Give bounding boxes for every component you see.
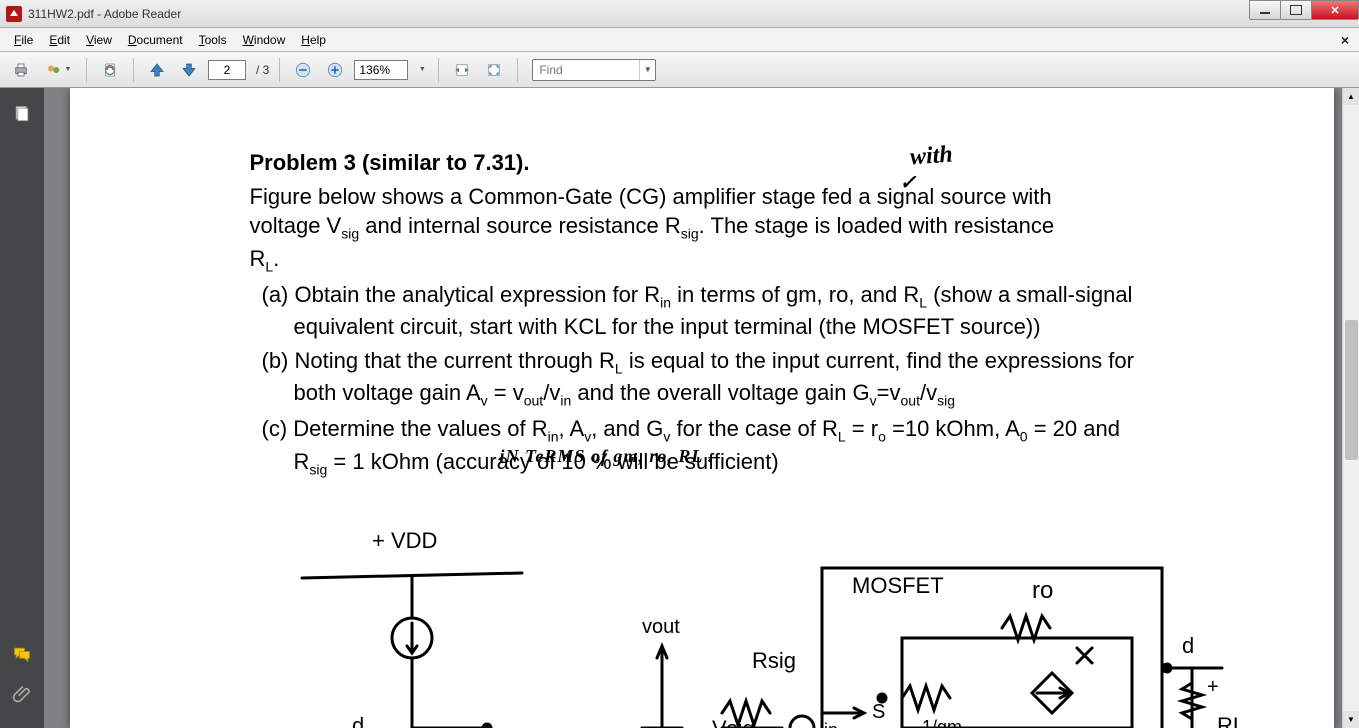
svg-text:Vsig: Vsig — [712, 716, 755, 728]
scroll-up-button[interactable]: ▲ — [1343, 88, 1359, 105]
thumbnails-button[interactable] — [6, 98, 38, 130]
attachments-button[interactable] — [6, 678, 38, 710]
find-dropdown[interactable]: ▼ — [639, 60, 655, 80]
scroll-down-button[interactable]: ▼ — [1343, 711, 1359, 728]
problem-title: Problem 3 (similar to 7.31). — [250, 148, 1154, 178]
svg-text:d: d — [352, 713, 364, 728]
prev-page-button[interactable] — [144, 57, 170, 83]
circuit-svg: + VDD d vout — [250, 518, 1274, 728]
menu-bar: File Edit View Document Tools Window Hel… — [0, 28, 1359, 52]
toolbar: ▼ / 3 ▼ ▼ — [0, 52, 1359, 88]
fit-width-button[interactable] — [449, 57, 475, 83]
zoom-dropdown[interactable]: ▼ — [414, 57, 428, 83]
svg-text:+: + — [1207, 676, 1219, 698]
find-field[interactable]: ▼ — [532, 59, 656, 81]
page-total: / 3 — [256, 63, 269, 77]
scroll-thumb[interactable] — [1345, 320, 1358, 460]
toolbar-separator — [438, 58, 439, 82]
part-a: (a) Obtain the analytical expression for… — [250, 280, 1154, 342]
menu-window[interactable]: Window — [235, 30, 294, 50]
part-b: (b) Noting that the current through RL i… — [250, 346, 1154, 411]
arrow-up-icon — [148, 61, 166, 79]
svg-text:MOSFET: MOSFET — [852, 573, 944, 598]
handwritten-checkmark: ✓ — [900, 170, 917, 197]
window-title: 311HW2.pdf - Adobe Reader — [28, 7, 181, 21]
svg-text:S: S — [872, 701, 885, 723]
svg-text:+ VDD: + VDD — [372, 528, 437, 553]
svg-text:iin: iin — [820, 720, 838, 728]
toolbar-separator — [86, 58, 87, 82]
single-page-button[interactable] — [97, 57, 123, 83]
svg-text:vout: vout — [642, 616, 680, 638]
vertical-scrollbar[interactable]: ▲ ▼ — [1342, 88, 1359, 728]
menu-tools[interactable]: Tools — [191, 30, 235, 50]
document-content: with ✓ Problem 3 (similar to 7.31). Figu… — [70, 88, 1334, 479]
circuit-sketch: + VDD d vout — [250, 518, 1274, 728]
menu-view[interactable]: View — [78, 30, 120, 50]
menu-file[interactable]: File — [6, 30, 41, 50]
printer-icon — [12, 61, 30, 79]
comments-icon — [12, 644, 32, 664]
app-icon — [6, 6, 22, 22]
menu-edit[interactable]: Edit — [41, 30, 78, 50]
find-input[interactable] — [533, 61, 639, 79]
plus-icon — [326, 61, 344, 79]
maximize-button[interactable] — [1280, 0, 1312, 20]
svg-text:ro: ro — [1032, 577, 1053, 604]
nav-sidebar — [0, 88, 44, 728]
page-number-input[interactable] — [208, 60, 246, 80]
minimize-button[interactable] — [1249, 0, 1281, 20]
zoom-input[interactable] — [354, 60, 408, 80]
window-title-bar: 311HW2.pdf - Adobe Reader — [0, 0, 1359, 28]
toolbar-separator — [517, 58, 518, 82]
svg-text:RL: RL — [1217, 713, 1245, 728]
svg-text:1/gm: 1/gm — [922, 717, 962, 728]
toolbar-separator — [133, 58, 134, 82]
menu-document[interactable]: Document — [120, 30, 191, 50]
pdf-page: with ✓ Problem 3 (similar to 7.31). Figu… — [70, 88, 1334, 728]
document-area: with ✓ Problem 3 (similar to 7.31). Figu… — [44, 88, 1359, 728]
zoom-out-button[interactable] — [290, 57, 316, 83]
window-controls — [1250, 0, 1359, 20]
problem-intro: Figure below shows a Common-Gate (CG) am… — [250, 182, 1154, 276]
paperclip-icon — [12, 684, 32, 704]
close-document-button[interactable]: × — [1341, 32, 1349, 48]
email-button[interactable]: ▼ — [40, 57, 76, 83]
fit-page-icon — [485, 61, 503, 79]
svg-text:Rsig: Rsig — [752, 648, 796, 673]
fit-page-button[interactable] — [481, 57, 507, 83]
fit-width-icon — [453, 61, 471, 79]
arrow-down-icon — [180, 61, 198, 79]
zoom-in-button[interactable] — [322, 57, 348, 83]
page-icon — [101, 61, 119, 79]
pages-icon — [12, 104, 32, 124]
collaborate-icon — [45, 61, 63, 79]
workspace: with ✓ Problem 3 (similar to 7.31). Figu… — [0, 88, 1359, 728]
handwritten-annotation-terms: iN TeRMS of gm, ro, RL . — [500, 444, 714, 468]
minus-icon — [294, 61, 312, 79]
close-button[interactable] — [1311, 0, 1359, 20]
svg-text:d: d — [1182, 633, 1194, 658]
next-page-button[interactable] — [176, 57, 202, 83]
toolbar-separator — [279, 58, 280, 82]
handwritten-annotation-with: with — [908, 139, 953, 174]
print-button[interactable] — [8, 57, 34, 83]
menu-help[interactable]: Help — [293, 30, 334, 50]
comments-button[interactable] — [6, 638, 38, 670]
